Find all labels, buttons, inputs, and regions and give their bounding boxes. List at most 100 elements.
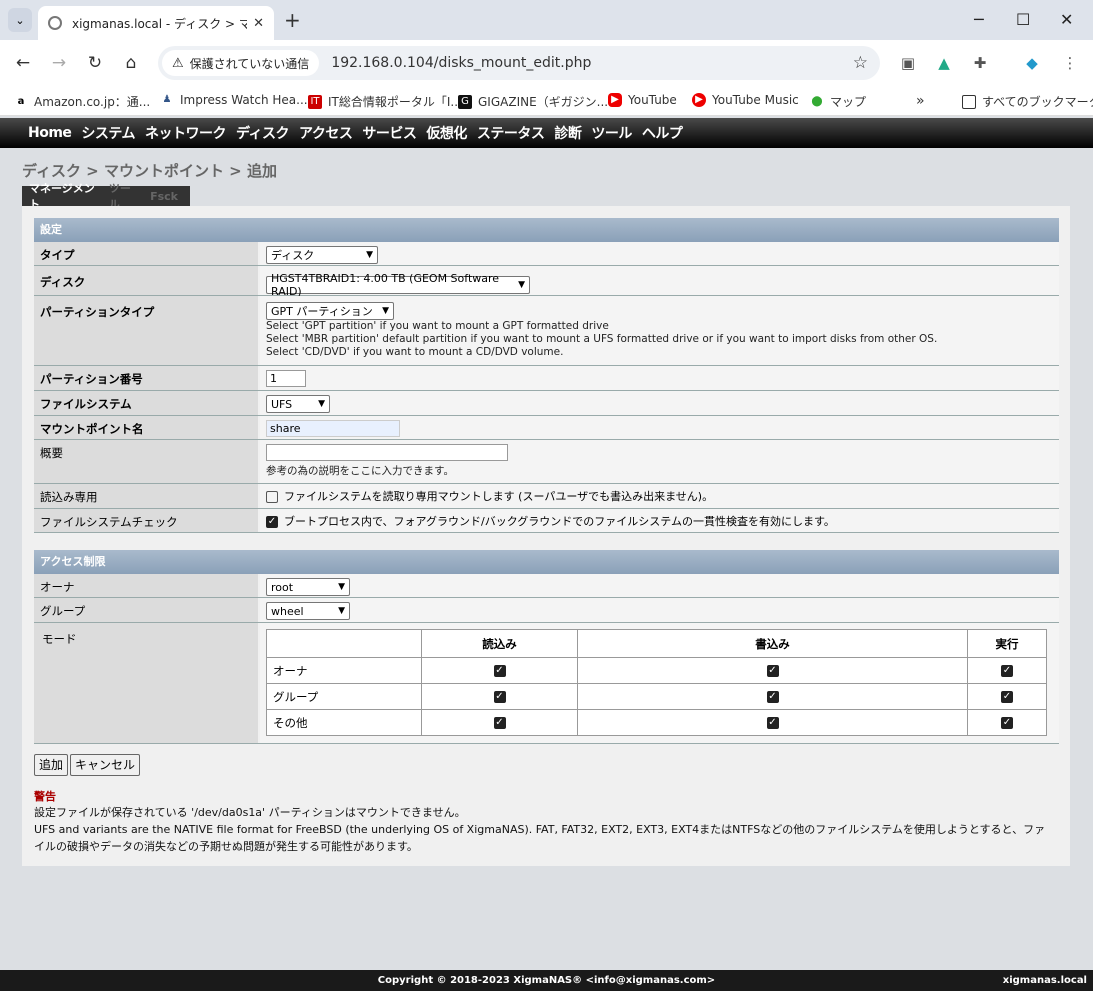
nav-system[interactable]: システム xyxy=(81,123,135,143)
amazon-icon: a xyxy=(14,94,28,109)
perm-col-read: 読込み xyxy=(421,629,578,658)
group-read-checkbox[interactable]: ✓ xyxy=(493,691,506,703)
owner-select[interactable]: root ▼ xyxy=(266,578,350,596)
new-tab-button[interactable]: + xyxy=(284,8,301,32)
impress-icon: ♟ xyxy=(160,93,174,107)
bookmark-amazon[interactable]: a Amazon.co.jp：通... xyxy=(14,93,150,110)
bookmark-youtube-music[interactable]: ▶ YouTube Music xyxy=(692,93,799,107)
itmedia-icon: IT xyxy=(308,94,322,109)
fsck-row: ファイルシステムチェック ✓ ブートプロセス内で、フォアグラウンド/バックグラウン… xyxy=(34,509,1059,533)
readonly-text: ファイルシステムを読取り専用マウントします (スーパユーザでも書込み出来ません)… xyxy=(284,490,714,503)
security-chip[interactable]: ⚠ 保護されていない通信 xyxy=(162,50,320,76)
description-label: 概要 xyxy=(34,440,258,483)
owner-read-checkbox[interactable]: ✓ xyxy=(493,665,506,677)
access-header: アクセス制限 xyxy=(34,550,1059,574)
bookmark-maps[interactable]: ⬤ マップ xyxy=(810,93,866,110)
perm-col-blank xyxy=(266,629,422,658)
nav-home[interactable]: Home xyxy=(28,125,72,141)
nav-network[interactable]: ネットワーク xyxy=(145,123,227,143)
perm-row-group: グループ xyxy=(266,683,422,710)
table-row: オーナ ✓ ✓ ✓ xyxy=(266,657,1047,684)
url-text[interactable]: 192.168.0.104/disks_mount_edit.php xyxy=(331,55,591,71)
filesystem-select[interactable]: UFS ▼ xyxy=(266,395,330,413)
type-label: タイプ xyxy=(34,242,258,265)
bookmark-youtube[interactable]: ▶ YouTube xyxy=(608,93,677,107)
mountpoint-label: マウントポイント名 xyxy=(34,416,258,439)
partition-type-hint-2: Select 'MBR partition' default partition… xyxy=(266,333,938,345)
description-hint: 参考の為の説明をここに入力できます。 xyxy=(266,465,454,477)
chevron-down-icon: ▼ xyxy=(366,250,373,260)
partition-type-hint-1: Select 'GPT partition' if you want to mo… xyxy=(266,320,609,332)
other-write-checkbox[interactable]: ✓ xyxy=(766,717,779,729)
maps-pin-icon: ⬤ xyxy=(810,94,824,109)
browser-tab[interactable]: xigmanas.local - ディスク > マウン ✕ xyxy=(38,6,274,40)
nav-tools[interactable]: ツール xyxy=(591,123,632,143)
group-exec-checkbox[interactable]: ✓ xyxy=(1001,691,1013,703)
type-select[interactable]: ディスク ▼ xyxy=(266,246,378,264)
type-row: タイプ ディスク ▼ xyxy=(34,242,1059,266)
star-icon[interactable]: ☆ xyxy=(853,53,868,73)
bookmark-gigazine[interactable]: G GIGAZINE（ギガジン... xyxy=(458,93,608,110)
mode-row: モード 読込み 書込み 実行 オーナ ✓ ✓ ✓ グループ ✓ ✓ ✓ その他 … xyxy=(34,623,1059,744)
bookmark-itmedia[interactable]: IT IT総合情報ポータル「I... xyxy=(308,93,462,110)
mountpoint-row: マウントポイント名 share xyxy=(34,416,1059,440)
permission-table: 読込み 書込み 実行 オーナ ✓ ✓ ✓ グループ ✓ ✓ ✓ その他 ✓ ✓ … xyxy=(266,629,1047,736)
breadcrumb: ディスク > マウントポイント > 追加 xyxy=(22,162,277,180)
nav-diagnostics[interactable]: 診断 xyxy=(554,123,582,143)
tab-fsck[interactable]: Fsck xyxy=(150,190,178,203)
close-window-button[interactable]: ✕ xyxy=(1060,8,1073,32)
description-row: 概要 参考の為の説明をここに入力できます。 xyxy=(34,440,1059,484)
nav-disks[interactable]: ディスク xyxy=(236,123,290,143)
chevron-down-icon: ▼ xyxy=(382,306,389,316)
group-label: グループ xyxy=(34,598,258,622)
owner-write-checkbox[interactable]: ✓ xyxy=(766,665,779,677)
extensions-icon[interactable]: ✚ xyxy=(970,54,990,72)
chevron-down-icon: ▼ xyxy=(318,399,325,409)
gigazine-icon: G xyxy=(458,94,472,109)
disk-label: ディスク xyxy=(34,266,258,295)
partition-number-input[interactable]: 1 xyxy=(266,370,306,387)
group-write-checkbox[interactable]: ✓ xyxy=(766,691,779,703)
cast-icon[interactable]: ▣ xyxy=(898,54,918,72)
all-bookmarks[interactable]: すべてのブックマーク xyxy=(962,93,1093,110)
description-input[interactable] xyxy=(266,444,508,461)
nav-virtualization[interactable]: 仮想化 xyxy=(426,123,467,143)
maximize-button[interactable]: ☐ xyxy=(1016,8,1030,32)
back-button[interactable]: ← xyxy=(10,50,36,76)
owner-exec-checkbox[interactable]: ✓ xyxy=(1001,665,1013,677)
nav-services[interactable]: サービス xyxy=(362,123,417,143)
cancel-button[interactable]: キャンセル xyxy=(70,754,141,776)
more-bookmarks-icon[interactable]: » xyxy=(916,93,925,109)
tab-search-button[interactable]: ⌄ xyxy=(8,8,32,32)
menu-icon[interactable]: ⋮ xyxy=(1060,54,1080,72)
other-exec-checkbox[interactable]: ✓ xyxy=(1001,717,1013,729)
address-bar[interactable]: ⚠ 保護されていない通信 192.168.0.104/disks_mount_e… xyxy=(158,46,880,80)
security-label: 保護されていない通信 xyxy=(189,56,310,71)
add-button[interactable]: 追加 xyxy=(34,754,69,776)
nav-help[interactable]: ヘルプ xyxy=(642,123,683,143)
nav-access[interactable]: アクセス xyxy=(299,123,353,143)
folder-icon xyxy=(962,94,976,109)
forward-button[interactable]: → xyxy=(46,50,72,76)
mountpoint-input[interactable]: share xyxy=(266,420,400,437)
drive-icon[interactable]: ▲ xyxy=(934,54,954,72)
filesystem-label: ファイルシステム xyxy=(34,391,258,415)
mode-label: モード xyxy=(34,623,258,743)
other-read-checkbox[interactable]: ✓ xyxy=(493,717,506,729)
minimize-button[interactable]: ─ xyxy=(974,8,984,32)
readonly-label: 読込み専用 xyxy=(34,484,258,508)
home-button[interactable]: ⌂ xyxy=(118,50,144,76)
group-select[interactable]: wheel ▼ xyxy=(266,602,350,620)
disk-select[interactable]: HGST4TBRAID1: 4.00 TB (GEOM Software RAI… xyxy=(266,272,530,298)
profile-icon[interactable]: ◆ xyxy=(1022,54,1042,72)
readonly-checkbox[interactable] xyxy=(266,491,278,503)
bookmark-impress[interactable]: ♟ Impress Watch Hea... xyxy=(160,93,308,107)
warning-icon: ⚠ xyxy=(172,55,184,71)
partition-number-label: パーティション番号 xyxy=(34,366,258,390)
partition-type-select[interactable]: GPT パーティション ▼ xyxy=(266,302,394,320)
nav-status[interactable]: ステータス xyxy=(477,123,545,143)
fsck-checkbox[interactable]: ✓ xyxy=(266,516,278,528)
reload-button[interactable]: ↻ xyxy=(82,50,108,76)
close-tab-icon[interactable]: ✕ xyxy=(253,16,264,31)
fsck-text: ブートプロセス内で、フォアグラウンド/バックグラウンドでのファイルシステムの一貫… xyxy=(284,515,835,528)
